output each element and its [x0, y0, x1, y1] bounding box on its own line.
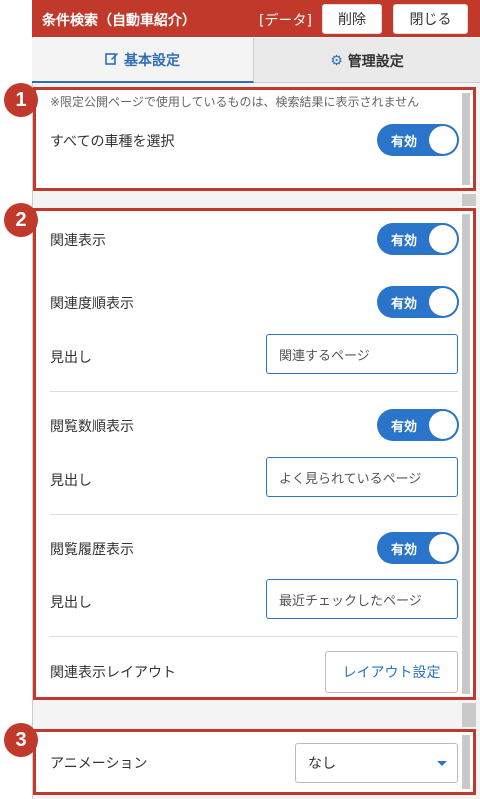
animation-select-value: なし: [308, 756, 336, 772]
views-order-label: 閲覧数順表示: [50, 419, 134, 435]
private-page-note: ※限定公開ページで使用しているものは、検索結果に表示されません: [50, 95, 420, 109]
data-label: [データ]: [259, 13, 312, 29]
toggle-label: 有効: [391, 135, 418, 150]
divider: [50, 636, 458, 637]
heading2-label: 見出し: [50, 473, 92, 489]
related-display-label: 関連表示: [50, 233, 106, 249]
tab-bar: 基本設定 ⚙ 管理設定: [32, 38, 480, 83]
tab-basic-settings[interactable]: 基本設定: [32, 38, 254, 83]
toggle-label: 有効: [391, 543, 418, 558]
panel-title: 条件検索（自動車紹介）: [42, 13, 196, 29]
tab-basic-settings-label: 基本設定: [124, 52, 180, 69]
edit-icon: [105, 51, 119, 69]
toggle-label: 有効: [391, 297, 418, 312]
section-related-display: 関連表示 有効 関連度順表示 有効 見出し 関連するページ 閲覧数順表示 有効 …: [33, 208, 476, 700]
all-vehicles-toggle[interactable]: 有効: [377, 124, 459, 156]
history-toggle[interactable]: 有効: [377, 532, 459, 564]
section-vehicle-selection: ※限定公開ページで使用しているものは、検索結果に表示されません すべての車種を選…: [33, 87, 476, 191]
heading3-label: 見出し: [50, 595, 92, 611]
scrollbar[interactable]: [462, 93, 470, 185]
toggle-knob: [429, 288, 457, 316]
scrollbar[interactable]: [462, 735, 470, 789]
scrollbar-gap: [462, 194, 476, 206]
badge-1: 1: [4, 83, 38, 117]
all-vehicles-label: すべての車種を選択: [50, 134, 175, 150]
relevance-order-toggle[interactable]: 有効: [377, 286, 459, 318]
toggle-knob: [429, 126, 457, 154]
toggle-label: 有効: [391, 234, 418, 249]
section-animation: アニメーション なし: [33, 729, 476, 795]
heading3-input[interactable]: 最近チェックしたページ: [266, 579, 458, 619]
heading2-input[interactable]: よく見られているページ: [266, 457, 458, 497]
scrollbar-gap: [462, 703, 476, 727]
gear-icon: ⚙: [330, 52, 343, 69]
layout-settings-button[interactable]: レイアウト設定: [325, 651, 458, 693]
badge-2: 2: [4, 203, 38, 237]
divider: [50, 391, 458, 392]
animation-label: アニメーション: [50, 756, 148, 772]
tab-admin-settings[interactable]: ⚙ 管理設定: [254, 38, 480, 83]
related-display-toggle[interactable]: 有効: [377, 223, 459, 255]
toggle-knob: [429, 534, 457, 562]
toggle-knob: [429, 411, 457, 439]
caret-down-icon: [437, 761, 447, 766]
badge-3: 3: [4, 723, 38, 757]
toggle-label: 有効: [391, 420, 418, 435]
relevance-order-label: 関連度順表示: [50, 296, 134, 312]
tab-admin-settings-label: 管理設定: [347, 53, 404, 70]
toggle-knob: [429, 225, 457, 253]
animation-select[interactable]: なし: [295, 743, 458, 783]
views-order-toggle[interactable]: 有効: [377, 409, 459, 441]
scrollbar[interactable]: [462, 214, 470, 694]
heading1-input[interactable]: 関連するページ: [266, 334, 458, 374]
heading1-label: 見出し: [50, 350, 92, 366]
close-button[interactable]: 閉じる: [393, 4, 468, 34]
layout-label: 関連表示レイアウト: [50, 665, 176, 681]
divider: [50, 514, 458, 515]
delete-button[interactable]: 削除: [322, 4, 382, 34]
history-label: 閲覧履歴表示: [50, 542, 134, 558]
panel-header: 条件検索（自動車紹介） [データ] 削除 閉じる: [32, 0, 480, 37]
